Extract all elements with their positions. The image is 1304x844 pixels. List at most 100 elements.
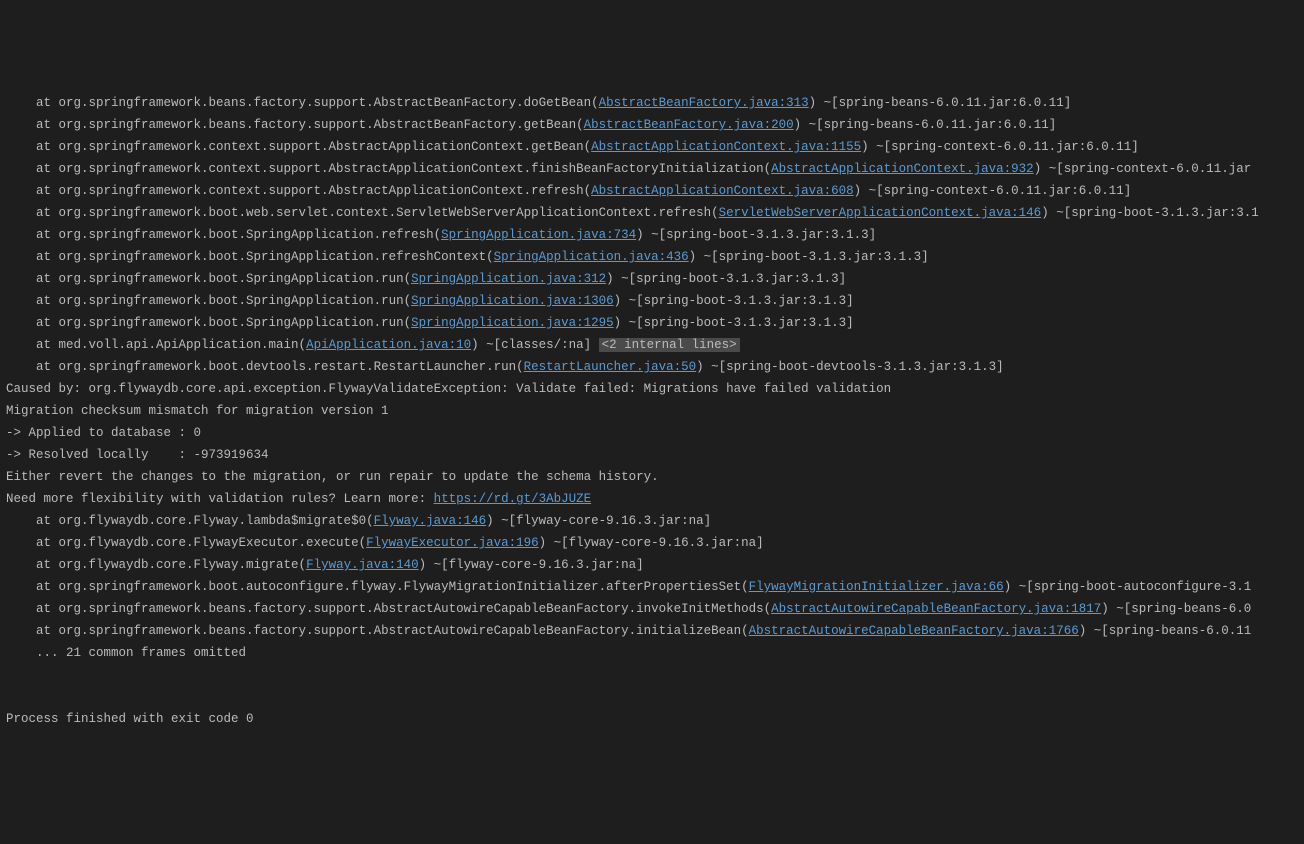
source-link[interactable]: Flyway.java:140: [306, 558, 419, 572]
stack-method: med.voll.api.ApiApplication.main(: [59, 338, 307, 352]
omitted-frames: ... 21 common frames omitted: [6, 642, 1298, 664]
stack-indent: at: [6, 316, 59, 330]
stack-frame: at org.springframework.boot.SpringApplic…: [6, 224, 1298, 246]
error-message-line: Migration checksum mismatch for migratio…: [6, 400, 1298, 422]
stack-method: org.springframework.beans.factory.suppor…: [59, 602, 772, 616]
stack-suffix: ) ~[spring-boot-3.1.3.jar:3.1.3]: [606, 272, 846, 286]
stack-suffix: ) ~[spring-beans-6.0.11: [1079, 624, 1252, 638]
stack-suffix: ) ~[spring-context-6.0.11.jar:6.0.11]: [854, 184, 1132, 198]
console-output: at org.springframework.beans.factory.sup…: [6, 92, 1298, 730]
stack-method: org.springframework.boot.autoconfigure.f…: [59, 580, 749, 594]
stack-method: org.springframework.context.support.Abst…: [59, 140, 592, 154]
stack-frame-main: at med.voll.api.ApiApplication.main(ApiA…: [6, 334, 1298, 356]
stack-suffix: ) ~[spring-boot-autoconfigure-3.1: [1004, 580, 1252, 594]
stack-indent: at: [6, 536, 59, 550]
stack-frame: at org.springframework.boot.SpringApplic…: [6, 290, 1298, 312]
source-link[interactable]: AbstractApplicationContext.java:932: [771, 162, 1034, 176]
learn-more-line: Need more flexibility with validation ru…: [6, 488, 1298, 510]
collapsed-frames-badge[interactable]: <2 internal lines>: [599, 338, 740, 352]
stack-method: org.flywaydb.core.Flyway.migrate(: [59, 558, 307, 572]
stack-indent: at: [6, 140, 59, 154]
stack-method: org.springframework.boot.web.servlet.con…: [59, 206, 719, 220]
process-exit-line: Process finished with exit code 0: [6, 708, 1298, 730]
source-link[interactable]: AbstractBeanFactory.java:313: [599, 96, 809, 110]
stack-method: org.springframework.beans.factory.suppor…: [59, 96, 599, 110]
error-message-line: Either revert the changes to the migrati…: [6, 466, 1298, 488]
stack-indent: at: [6, 250, 59, 264]
stack-frame: at org.springframework.boot.SpringApplic…: [6, 312, 1298, 334]
stack-method: org.springframework.beans.factory.suppor…: [59, 118, 584, 132]
stack-suffix: ) ~[flyway-core-9.16.3.jar:na]: [539, 536, 764, 550]
source-link[interactable]: RestartLauncher.java:50: [524, 360, 697, 374]
stack-indent: at: [6, 338, 59, 352]
stack-frame: at org.springframework.context.support.A…: [6, 158, 1298, 180]
stack-suffix: ) ~[spring-boot-3.1.3.jar:3.1.3]: [689, 250, 929, 264]
stack-method: org.springframework.boot.SpringApplicati…: [59, 250, 494, 264]
stack-suffix: ) ~[flyway-core-9.16.3.jar:na]: [419, 558, 644, 572]
stack-method: org.springframework.boot.SpringApplicati…: [59, 228, 442, 242]
stack-indent: at: [6, 96, 59, 110]
stack-indent: at: [6, 228, 59, 242]
source-link[interactable]: AbstractAutowireCapableBeanFactory.java:…: [749, 624, 1079, 638]
stack-frame: at org.springframework.context.support.A…: [6, 180, 1298, 202]
stack-indent: at: [6, 118, 59, 132]
stack-frame: at org.springframework.boot.autoconfigur…: [6, 576, 1298, 598]
learn-more-prefix: Need more flexibility with validation ru…: [6, 492, 434, 506]
stack-method: org.flywaydb.core.Flyway.lambda$migrate$…: [59, 514, 374, 528]
stack-suffix: ) ~[spring-boot-3.1.3.jar:3.1.3]: [636, 228, 876, 242]
source-link[interactable]: AbstractApplicationContext.java:608: [591, 184, 854, 198]
stack-suffix: ) ~[spring-context-6.0.11.jar: [1034, 162, 1252, 176]
source-link[interactable]: ServletWebServerApplicationContext.java:…: [719, 206, 1042, 220]
stack-indent: at: [6, 162, 59, 176]
stack-frame: at org.springframework.beans.factory.sup…: [6, 598, 1298, 620]
stack-method: org.springframework.boot.devtools.restar…: [59, 360, 524, 374]
stack-suffix: ) ~[classes/:na]: [471, 338, 599, 352]
stack-suffix: ) ~[spring-boot-3.1.3.jar:3.1.3]: [614, 294, 854, 308]
source-link[interactable]: SpringApplication.java:436: [494, 250, 689, 264]
stack-suffix: ) ~[spring-boot-3.1.3.jar:3.1.3]: [614, 316, 854, 330]
error-message-line: -> Resolved locally : -973919634: [6, 444, 1298, 466]
source-link[interactable]: AbstractAutowireCapableBeanFactory.java:…: [771, 602, 1101, 616]
stack-frame: at org.flywaydb.core.Flyway.migrate(Flyw…: [6, 554, 1298, 576]
stack-indent: at: [6, 272, 59, 286]
stack-frame: at org.springframework.boot.SpringApplic…: [6, 246, 1298, 268]
source-link[interactable]: SpringApplication.java:734: [441, 228, 636, 242]
stack-frame: at org.flywaydb.core.Flyway.lambda$migra…: [6, 510, 1298, 532]
stack-indent: at: [6, 514, 59, 528]
stack-suffix: ) ~[flyway-core-9.16.3.jar:na]: [486, 514, 711, 528]
stack-indent: at: [6, 360, 59, 374]
source-link[interactable]: ApiApplication.java:10: [306, 338, 471, 352]
source-link[interactable]: SpringApplication.java:1295: [411, 316, 614, 330]
source-link[interactable]: Flyway.java:146: [374, 514, 487, 528]
stack-indent: at: [6, 602, 59, 616]
stack-method: org.springframework.context.support.Abst…: [59, 184, 592, 198]
stack-frame: at org.springframework.beans.factory.sup…: [6, 92, 1298, 114]
stack-indent: at: [6, 206, 59, 220]
blank-line: [6, 686, 1298, 708]
stack-frame: at org.springframework.context.support.A…: [6, 136, 1298, 158]
blank-line: [6, 664, 1298, 686]
stack-frame: at org.flywaydb.core.FlywayExecutor.exec…: [6, 532, 1298, 554]
source-link[interactable]: AbstractBeanFactory.java:200: [584, 118, 794, 132]
source-link[interactable]: SpringApplication.java:1306: [411, 294, 614, 308]
stack-frame: at org.springframework.beans.factory.sup…: [6, 114, 1298, 136]
stack-suffix: ) ~[spring-boot-3.1.3.jar:3.1: [1041, 206, 1259, 220]
stack-frame: at org.springframework.beans.factory.sup…: [6, 620, 1298, 642]
stack-method: org.flywaydb.core.FlywayExecutor.execute…: [59, 536, 367, 550]
stack-indent: at: [6, 580, 59, 594]
stack-indent: at: [6, 624, 59, 638]
source-link[interactable]: FlywayMigrationInitializer.java:66: [749, 580, 1004, 594]
source-link[interactable]: AbstractApplicationContext.java:1155: [591, 140, 861, 154]
stack-frame: at org.springframework.boot.devtools.res…: [6, 356, 1298, 378]
stack-method: org.springframework.boot.SpringApplicati…: [59, 316, 412, 330]
learn-more-url[interactable]: https://rd.gt/3AbJUZE: [434, 492, 592, 506]
stack-method: org.springframework.boot.SpringApplicati…: [59, 294, 412, 308]
source-link[interactable]: FlywayExecutor.java:196: [366, 536, 539, 550]
error-message-line: -> Applied to database : 0: [6, 422, 1298, 444]
stack-indent: at: [6, 558, 59, 572]
source-link[interactable]: SpringApplication.java:312: [411, 272, 606, 286]
stack-method: org.springframework.boot.SpringApplicati…: [59, 272, 412, 286]
stack-method: org.springframework.context.support.Abst…: [59, 162, 772, 176]
stack-indent: at: [6, 294, 59, 308]
stack-suffix: ) ~[spring-boot-devtools-3.1.3.jar:3.1.3…: [696, 360, 1004, 374]
